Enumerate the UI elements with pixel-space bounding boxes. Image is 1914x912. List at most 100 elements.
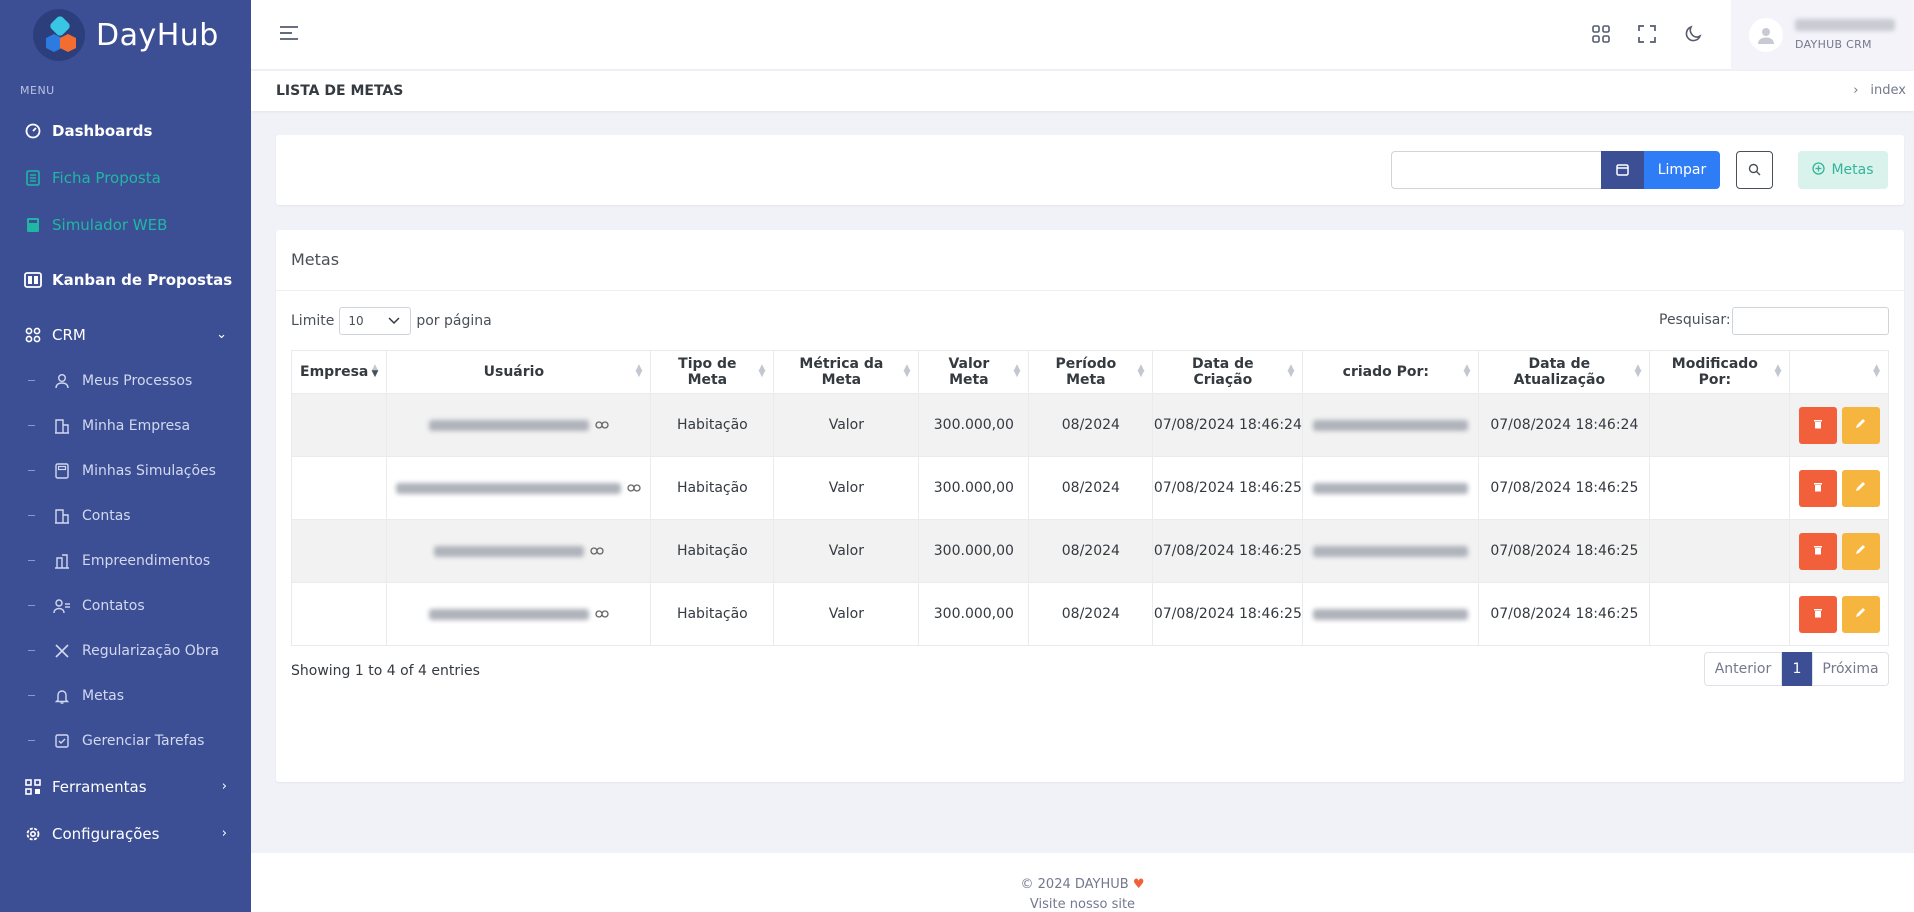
search-button[interactable] <box>1736 151 1773 189</box>
sort-icon: ▲ ▼ <box>371 363 379 379</box>
pencil-icon <box>1855 480 1866 496</box>
sidebar-item-crm[interactable]: CRM ⌄ <box>0 311 251 358</box>
trash-icon <box>1813 417 1823 433</box>
column-header-periodo[interactable]: Período Meta ▲ ▼ <box>1028 350 1154 394</box>
search-icon <box>1748 161 1761 180</box>
edit-button[interactable] <box>1841 532 1880 570</box>
cell-usuario <box>386 393 652 457</box>
column-header-atualizacao[interactable]: Data de Atualização ▲ ▼ <box>1478 350 1651 394</box>
sidebar-item-dashboards[interactable]: Dashboards <box>0 107 251 154</box>
sidebar-item-metas[interactable]: Metas <box>0 673 251 718</box>
dark-mode-icon[interactable] <box>1683 24 1705 46</box>
brand-logo[interactable]: DayHub <box>0 0 251 70</box>
sidebar-item-configuracoes[interactable]: Configurações › <box>0 810 251 857</box>
delete-button[interactable] <box>1798 469 1837 507</box>
link-icon[interactable] <box>590 543 604 559</box>
edit-button[interactable] <box>1841 469 1880 507</box>
cell-criado-por <box>1302 456 1480 520</box>
delete-button[interactable] <box>1798 532 1837 570</box>
sidebar-item-label: Dashboards <box>52 121 153 140</box>
sidebar-item-ficha-proposta[interactable]: Ficha Proposta <box>0 154 251 201</box>
building-icon <box>53 507 71 525</box>
sidebar-item-label: Gerenciar Tarefas <box>82 732 205 749</box>
apps-grid-icon[interactable] <box>1591 24 1613 46</box>
pagination-next[interactable]: Próxima <box>1812 652 1889 686</box>
cell-modificado-por <box>1649 519 1791 583</box>
calendar-icon <box>1616 161 1629 180</box>
sidebar-item-minha-empresa[interactable]: Minha Empresa <box>0 403 251 448</box>
footer: © 2024 DAYHUB ♥ Visite nosso site <box>251 853 1914 912</box>
sidebar-item-label: Minha Empresa <box>82 417 191 434</box>
redacted-text <box>428 419 589 431</box>
sidebar-item-label: Contatos <box>82 597 145 614</box>
table-body: Habitação Valor 300.000,00 08/2024 07/08… <box>290 393 1889 646</box>
filter-card: Limpar Metas <box>276 135 1904 205</box>
sidebar: DayHub MENU Dashboards Ficha Proposta Si… <box>0 0 251 912</box>
link-icon[interactable] <box>595 417 609 433</box>
cell-empresa <box>290 519 388 583</box>
edit-button[interactable] <box>1841 595 1880 633</box>
sidebar-item-contas[interactable]: Contas <box>0 493 251 538</box>
page-title: LISTA DE METAS <box>276 83 404 99</box>
breadcrumb-current[interactable]: › index <box>1853 83 1906 98</box>
breadcrumb-label: index <box>1870 83 1906 98</box>
delete-button[interactable] <box>1798 406 1837 444</box>
sidebar-item-regularizacao-obra[interactable]: Regularização Obra <box>0 628 251 673</box>
calculator-icon <box>53 462 71 480</box>
column-header-criado-por[interactable]: criado Por: ▲ ▼ <box>1302 350 1480 394</box>
column-header-actions[interactable]: ▲ ▼ <box>1789 350 1889 394</box>
pagination-page[interactable]: 1 <box>1782 652 1812 686</box>
cell-actions <box>1789 519 1889 583</box>
cell-actions <box>1789 582 1889 646</box>
sidebar-item-minhas-simulacoes[interactable]: Minhas Simulações <box>0 448 251 493</box>
column-header-modificado-por[interactable]: Modificado Por: ▲ ▼ <box>1649 350 1791 394</box>
redacted-text <box>396 482 622 494</box>
chevron-right-icon: › <box>221 826 227 841</box>
sort-icon: ▲ ▼ <box>1287 363 1295 379</box>
cell-modificado-por <box>1649 582 1791 646</box>
column-header-criacao[interactable]: Data de Criação ▲ ▼ <box>1152 350 1304 394</box>
user-name-redacted <box>1795 19 1895 31</box>
search-input[interactable] <box>1732 307 1889 335</box>
fullscreen-icon[interactable] <box>1637 24 1659 46</box>
metas-card: Metas Limite 10 por página Pesquisar: Em… <box>276 230 1904 782</box>
date-filter-input[interactable] <box>1391 151 1602 189</box>
cell-criacao: 07/08/2024 18:46:24 <box>1152 393 1304 457</box>
cell-valor: 300.000,00 <box>918 582 1030 646</box>
top-bar: DAYHUB CRM <box>251 0 1914 70</box>
sidebar-item-contatos[interactable]: Contatos <box>0 583 251 628</box>
cell-usuario <box>386 582 652 646</box>
redacted-text <box>1313 608 1469 620</box>
column-header-valor[interactable]: Valor Meta ▲ ▼ <box>918 350 1030 394</box>
edit-button[interactable] <box>1841 406 1880 444</box>
add-meta-button[interactable]: Metas <box>1798 151 1888 189</box>
sidebar-item-simulador-web[interactable]: Simulador WEB <box>0 201 251 248</box>
footer-link[interactable]: Visite nosso site <box>251 895 1914 912</box>
clear-button[interactable]: Limpar <box>1644 151 1720 189</box>
column-header-tipo[interactable]: Tipo de Meta ▲ ▼ <box>650 350 775 394</box>
cell-empresa <box>290 456 388 520</box>
grid-icon <box>24 326 42 344</box>
user-menu[interactable]: DAYHUB CRM <box>1731 0 1914 70</box>
page-size-select[interactable]: 10 <box>339 307 412 335</box>
sidebar-item-ferramentas[interactable]: Ferramentas › <box>0 763 251 810</box>
column-header-empresa[interactable]: Empresa ▲ ▼ <box>290 350 388 394</box>
sort-icon: ▲ ▼ <box>635 363 643 379</box>
sidebar-item-label: Configurações <box>52 824 160 843</box>
sort-icon: ▲ ▼ <box>1013 363 1021 379</box>
chevron-right-icon: › <box>1853 83 1859 98</box>
calendar-button[interactable] <box>1601 151 1644 189</box>
column-header-metrica[interactable]: Métrica da Meta ▲ ▼ <box>773 350 920 394</box>
delete-button[interactable] <box>1798 595 1837 633</box>
link-icon[interactable] <box>627 480 642 496</box>
sidebar-item-kanban[interactable]: Kanban de Propostas <box>0 256 251 303</box>
sidebar-item-empreendimentos[interactable]: Empreendimentos <box>0 538 251 583</box>
column-header-usuario[interactable]: Usuário ▲ ▼ <box>386 350 652 394</box>
sidebar-item-meus-processos[interactable]: Meus Processos <box>0 358 251 403</box>
cell-periodo: 08/2024 <box>1028 456 1154 520</box>
link-icon[interactable] <box>595 606 609 622</box>
sidebar-item-gerenciar-tarefas[interactable]: Gerenciar Tarefas <box>0 718 251 763</box>
menu-toggle-icon[interactable] <box>279 24 299 46</box>
sidebar-item-label: Kanban de Propostas <box>52 270 233 289</box>
pagination-prev[interactable]: Anterior <box>1704 652 1782 686</box>
